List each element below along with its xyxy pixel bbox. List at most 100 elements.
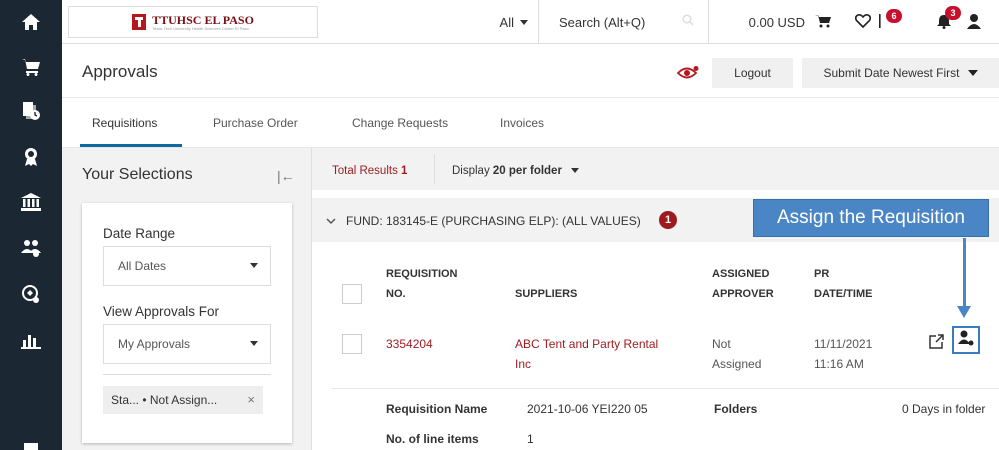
- close-icon[interactable]: ×: [247, 392, 255, 407]
- row-separator: [332, 388, 999, 389]
- heart-icon[interactable]: [854, 14, 872, 31]
- tab-invoices[interactable]: Invoices: [500, 116, 544, 130]
- header-line: ASSIGNED: [712, 268, 770, 280]
- tab-requisitions[interactable]: Requisitions: [92, 116, 157, 130]
- column-header-requisition-no[interactable]: REQUISITION NO.: [386, 264, 458, 304]
- people-icon[interactable]: [0, 233, 62, 263]
- display-per-folder-dropdown[interactable]: Display 20 per folder: [452, 165, 580, 177]
- search-placeholder: Search (Alt+Q): [559, 14, 646, 30]
- column-header-pr-date[interactable]: PR DATE/TIME: [814, 264, 872, 304]
- page-title: Approvals: [82, 62, 158, 81]
- search-input[interactable]: Search (Alt+Q): [538, 0, 708, 44]
- more-icon[interactable]: [0, 430, 62, 450]
- requisitions-grid: REQUISITION NO. SUPPLIERS ASSIGNED APPRO…: [312, 242, 999, 450]
- total-results: Total Results 1: [332, 165, 407, 177]
- cart-summary[interactable]: 0.00 USD: [708, 0, 845, 44]
- eye-icon[interactable]: [676, 66, 699, 85]
- caret-down-icon: [571, 168, 580, 174]
- institution-icon[interactable]: [0, 187, 62, 217]
- chevron-down-icon[interactable]: [326, 213, 336, 231]
- filter-chip[interactable]: Sta... • Not Assign... ×: [103, 386, 263, 414]
- approver-line: Not: [712, 337, 731, 351]
- requisition-name-label: Requisition Name: [386, 402, 488, 416]
- nav-rail: [0, 0, 62, 450]
- total-results-label: Total Results: [332, 165, 402, 177]
- cart-amount: 0.00 USD: [748, 14, 805, 30]
- folder-count-badge: 1: [659, 211, 677, 229]
- header-line: APPROVER: [712, 288, 774, 300]
- line-items-value: 1: [527, 432, 534, 446]
- flag-count-badge: 6: [886, 9, 902, 23]
- column-header-suppliers[interactable]: SUPPLIERS: [515, 284, 577, 304]
- approver-line: Assigned: [712, 357, 762, 371]
- logo-subtitle: Texas Tech University Health Sciences Ce…: [152, 25, 249, 31]
- search-scope-label: All: [499, 14, 514, 30]
- assigned-approver-value: Not Assigned: [712, 334, 761, 374]
- assign-user-icon: [958, 330, 974, 351]
- results-bar: Total Results 1 Display 20 per folder: [312, 148, 999, 190]
- selections-title: Your Selections: [82, 166, 193, 183]
- filter-chip-text: Sta... • Not Assign...: [111, 393, 218, 407]
- callout-arrow-line: [963, 238, 966, 308]
- date-range-label: Date Range: [103, 226, 176, 241]
- institution-logo[interactable]: TTUHSC EL PASO Texas Tech University Hea…: [68, 6, 318, 38]
- header-line: REQUISITION: [386, 268, 458, 280]
- collapse-panel-icon[interactable]: |←: [277, 168, 295, 184]
- display-label: Display: [452, 165, 493, 177]
- reports-icon[interactable]: [0, 325, 62, 355]
- select-all-checkbox[interactable]: [342, 284, 362, 304]
- requisition-name-value: 2021-10-06 YEI220 05: [527, 402, 648, 416]
- topbar-actions: 6 3: [845, 0, 999, 44]
- sort-label: Submit Date Newest First: [823, 66, 960, 80]
- caret-down-icon: [250, 341, 258, 346]
- sort-dropdown[interactable]: Submit Date Newest First: [802, 58, 999, 88]
- row-checkbox[interactable]: [342, 334, 362, 354]
- caret-down-icon: [967, 70, 978, 76]
- assign-approver-button[interactable]: [952, 326, 980, 354]
- contracts-icon[interactable]: [0, 279, 62, 309]
- tab-change-requests[interactable]: Change Requests: [352, 116, 448, 130]
- selections-panel: Your Selections |← Date Range All Dates …: [62, 148, 312, 450]
- display-value: 20 per folder: [492, 165, 562, 177]
- approvals-header: Approvals Logout Submit Date Newest Firs…: [62, 44, 999, 98]
- days-in-folder-value: 0 Days in folder: [902, 402, 986, 416]
- header-line: NO.: [386, 288, 406, 300]
- requisition-number-link[interactable]: 3354204: [386, 334, 433, 354]
- open-external-icon[interactable]: [929, 334, 944, 354]
- total-results-count: 1: [401, 165, 408, 177]
- search-icon[interactable]: [682, 14, 694, 29]
- line-items-label: No. of line items: [386, 432, 479, 446]
- assign-requisition-callout: Assign the Requisition: [753, 199, 989, 237]
- documents-clock-icon[interactable]: [0, 96, 62, 126]
- callout-arrow-head: [957, 306, 971, 318]
- cart-icon[interactable]: [0, 52, 62, 82]
- pr-time: 11:16 AM: [814, 357, 864, 371]
- approval-tabs: Requisitions Purchase Order Change Reque…: [62, 98, 999, 148]
- top-bar: TTUHSC EL PASO Texas Tech University Hea…: [62, 0, 999, 44]
- filter-divider: [103, 374, 271, 375]
- pr-date-value: 11/11/2021 11:16 AM: [814, 334, 872, 374]
- supplier-line: Inc: [515, 357, 532, 371]
- notification-count-badge: 3: [945, 6, 961, 20]
- date-range-value: All Dates: [118, 259, 167, 273]
- home-icon[interactable]: [0, 7, 62, 37]
- supplier-link[interactable]: ABC Tent and Party Rental Inc: [515, 334, 658, 374]
- header-line: PR: [814, 268, 830, 280]
- column-header-assigned-approver[interactable]: ASSIGNED APPROVER: [712, 264, 774, 304]
- logout-button[interactable]: Logout: [712, 58, 793, 88]
- active-tab-indicator: [80, 144, 182, 147]
- view-approvals-for-label: View Approvals For: [103, 304, 220, 319]
- cart-icon: [815, 14, 831, 31]
- pr-date: 11/11/2021: [814, 337, 873, 351]
- view-approvals-for-value: My Approvals: [118, 337, 191, 351]
- date-range-select[interactable]: All Dates: [103, 246, 271, 286]
- award-icon[interactable]: [0, 142, 62, 172]
- caret-down-icon: [520, 19, 528, 25]
- view-approvals-for-select[interactable]: My Approvals: [103, 324, 271, 364]
- tab-purchase-order[interactable]: Purchase Order: [213, 116, 298, 130]
- folder-title: FUND: 183145-E (PURCHASING ELP): (ALL VA…: [346, 214, 641, 228]
- results-divider: [434, 154, 435, 184]
- user-icon[interactable]: [967, 14, 981, 32]
- search-scope-dropdown[interactable]: All: [318, 0, 538, 44]
- caret-down-icon: [250, 263, 258, 268]
